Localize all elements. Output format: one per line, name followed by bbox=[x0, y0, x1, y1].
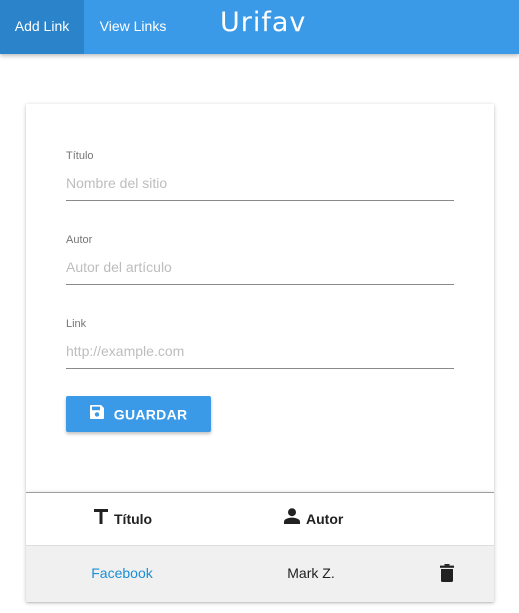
title-input[interactable] bbox=[66, 166, 454, 201]
trash-icon bbox=[440, 564, 454, 586]
top-navbar: Add Link View Links Urifav bbox=[0, 0, 519, 54]
column-header-author: Autor bbox=[284, 493, 343, 545]
save-button-label: GUARDAR bbox=[113, 406, 188, 423]
link-title[interactable]: Facebook bbox=[91, 565, 152, 581]
link-author: Mark Z. bbox=[287, 565, 335, 581]
delete-button[interactable] bbox=[440, 564, 460, 586]
author-input[interactable] bbox=[66, 250, 454, 285]
floppy-disk-icon bbox=[89, 404, 104, 422]
column-header-author-label: Autor bbox=[306, 511, 344, 527]
link-title-cell: Facebook bbox=[26, 546, 218, 602]
column-header-title-label: Título bbox=[114, 511, 153, 527]
tab-add-link[interactable]: Add Link bbox=[0, 0, 84, 54]
link-field-label: Link bbox=[66, 318, 87, 330]
author-field-label: Autor bbox=[66, 234, 93, 246]
tab-view-links[interactable]: View Links bbox=[84, 0, 182, 54]
text-format-icon bbox=[94, 493, 108, 545]
save-button[interactable]: GUARDAR bbox=[66, 396, 211, 432]
title-field-label: Título bbox=[66, 150, 94, 162]
person-icon bbox=[284, 493, 300, 545]
brand-logo: Urifav bbox=[220, 7, 307, 38]
link-input[interactable] bbox=[66, 334, 454, 369]
table-row: Facebook Mark Z. bbox=[26, 546, 494, 602]
add-link-form: Título Autor Link GUARDAR bbox=[26, 104, 494, 492]
links-table: Título Autor Facebook Mark Z. bbox=[26, 492, 494, 602]
column-header-title: Título bbox=[94, 493, 152, 545]
table-header: Título Autor bbox=[26, 492, 494, 546]
